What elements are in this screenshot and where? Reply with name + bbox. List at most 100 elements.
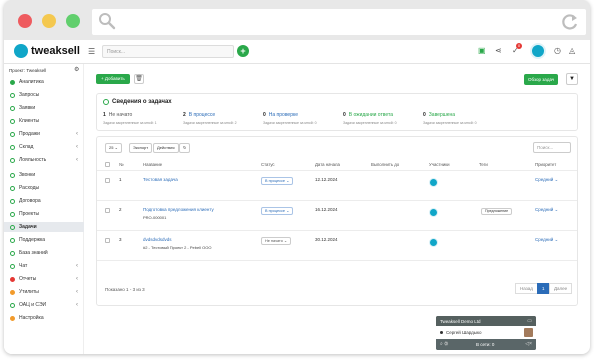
chat-title: Tweaksell Demo Ltd [440, 319, 481, 324]
address-bar[interactable] [92, 9, 586, 35]
sidebar-item[interactable]: Отчеты ‹ [4, 274, 84, 284]
sidebar-item[interactable]: Продажи ‹ [4, 129, 84, 139]
chat-widget[interactable]: Tweaksell Demo Ltd ▭ Сергей Шардыко ⌕ ⚙ … [436, 316, 536, 350]
sidebar-item[interactable]: Клиенты [4, 116, 84, 126]
sidebar-item-label: База знаний [19, 250, 48, 256]
gear-icon[interactable]: ⚙ [74, 66, 79, 73]
task-title-link[interactable]: Тестовая задача [143, 177, 178, 182]
sidebar-item[interactable]: Договора [4, 196, 84, 206]
maximize-window-button[interactable] [66, 14, 80, 28]
sidebar-item[interactable]: Запросы [4, 90, 84, 100]
status-select[interactable]: В процессе ⌄ [261, 177, 294, 185]
page-size-select[interactable]: 25 ⌄ [105, 143, 122, 153]
stat-label[interactable]: В процессе [189, 112, 215, 118]
column-header[interactable]: Участники [429, 162, 450, 167]
next-page-button[interactable]: Далее [549, 283, 573, 294]
column-header[interactable]: Дата начала [315, 162, 340, 167]
sidebar-item[interactable]: Чат ‹ [4, 261, 84, 271]
menu-toggle-icon[interactable]: ☰ [88, 47, 95, 56]
stat-label[interactable]: Завершена [429, 112, 455, 118]
column-header[interactable]: Выполнить до [371, 162, 399, 167]
tag-badge[interactable]: Предложение [481, 208, 513, 215]
priority-select[interactable]: Средний ⌄ [535, 237, 558, 243]
sidebar-item[interactable]: Настройка [4, 313, 84, 323]
row-checkbox[interactable] [105, 208, 110, 213]
sidebar-item[interactable]: Расходы [4, 183, 84, 193]
share-icon[interactable]: ⋖ [495, 46, 502, 56]
app: tweaksell ☰ Поиск... + ▣ ⋖ ✓ 0 ◷ ◬ Проек… [4, 40, 590, 354]
sidebar-item-label: Клиенты [19, 118, 40, 124]
column-header[interactable]: Приоритет [535, 162, 556, 167]
stat-label[interactable]: Не начато [109, 112, 133, 118]
start-date: 16.12.2024 [315, 207, 338, 212]
sidebar-item-label: Договора [19, 198, 41, 204]
sidebar-item[interactable]: ОАЦ и СЭИ ‹ [4, 300, 84, 310]
participant-avatar[interactable] [429, 238, 438, 247]
tasks-table-card: 25 ⌄ Экспорт Действия ↻ Поиск... № Назван… [96, 136, 578, 306]
sidebar-item[interactable]: База знаний [4, 248, 84, 258]
page-button-current[interactable]: 1 [537, 283, 550, 294]
timer-icon[interactable]: ▣ [478, 46, 486, 56]
sidebar-item[interactable]: Склад ‹ [4, 142, 84, 152]
prev-page-button[interactable]: Назад [515, 283, 538, 294]
chevron-left-icon: ‹ [76, 131, 78, 137]
task-title-link[interactable]: dvdsdvdsdvds [143, 237, 172, 242]
add-task-button[interactable]: + Добавить [96, 74, 130, 84]
sidebar-item[interactable]: Утилиты ‹ [4, 287, 84, 297]
sidebar-item[interactable]: Поддержка [4, 235, 84, 245]
column-header[interactable]: Название [143, 162, 162, 167]
status-select[interactable]: В процессе ⌄ [261, 207, 294, 215]
actions-button[interactable]: Действия [153, 143, 179, 153]
summary-stat: 2В процессе Задачи закрепленные за мной: … [183, 112, 261, 125]
search-input[interactable]: Поиск... [102, 45, 234, 58]
sidebar-item[interactable]: Задачи [4, 222, 84, 232]
refresh-icon[interactable]: ↻ [179, 143, 191, 153]
sidebar-item-label: Склад [19, 144, 34, 150]
sidebar-item[interactable]: Лояльность ‹ [4, 155, 84, 165]
select-all-checkbox[interactable] [105, 162, 110, 167]
reload-icon[interactable] [560, 12, 580, 32]
sidebar-item-label: Настройка [19, 315, 44, 321]
summary-title: Сведения о задачах [103, 99, 172, 105]
stat-label[interactable]: На проверке [269, 112, 298, 118]
quick-add-button[interactable]: + [237, 45, 249, 57]
task-title-link[interactable]: Подготовка предложения клиенту [143, 207, 214, 212]
sidebar-item[interactable]: Звонки [4, 170, 84, 180]
status-value: Не начато [265, 239, 283, 243]
table-search-input[interactable]: Поиск... [533, 142, 571, 153]
column-header[interactable]: Теги [479, 162, 488, 167]
logo[interactable]: tweaksell [14, 44, 80, 58]
chat-header[interactable]: Tweaksell Demo Ltd ▭ [436, 316, 536, 326]
status-select[interactable]: Не начато ⌄ [261, 237, 292, 245]
priority-value: Средний [535, 177, 554, 182]
summary-stat: 0В ожидании ответа Задачи закрепленные за… [343, 112, 421, 125]
clock-icon[interactable]: ◷ [554, 46, 561, 56]
sidebar-item-label: Расходы [19, 185, 40, 191]
chat-settings-icon[interactable]: ⌕ ⚙ [440, 341, 448, 347]
user-avatar[interactable] [530, 43, 546, 59]
row-checkbox[interactable] [105, 238, 110, 243]
bell-icon[interactable]: ◬ [569, 46, 575, 56]
column-header[interactable]: Статус [261, 162, 275, 167]
participant-avatar[interactable] [429, 208, 438, 217]
chat-mute-icon[interactable]: ◁× [525, 341, 532, 347]
sidebar-item[interactable]: Заявки [4, 103, 84, 113]
trash-icon[interactable]: 🗑 [134, 74, 144, 84]
row-checkbox[interactable] [105, 178, 110, 183]
sidebar-item[interactable]: Проекты [4, 209, 84, 219]
sidebar-item[interactable]: Аналитика [4, 77, 84, 87]
priority-select[interactable]: Средний ⌄ [535, 177, 558, 183]
export-button[interactable]: Экспорт [129, 143, 153, 153]
stat-label[interactable]: В ожидании ответа [349, 112, 393, 118]
column-header[interactable]: № [119, 162, 124, 167]
chevron-left-icon: ‹ [76, 276, 78, 282]
task-overview-button[interactable]: Обзор задач [524, 74, 559, 85]
filter-icon[interactable]: ▼ [566, 73, 578, 85]
minimize-window-button[interactable] [42, 14, 56, 28]
chat-user-row[interactable]: Сергей Шардыко [436, 326, 536, 339]
close-window-button[interactable] [18, 14, 32, 28]
participant-avatar[interactable] [429, 178, 438, 187]
nav-icon [10, 198, 15, 204]
priority-select[interactable]: Средний ⌄ [535, 207, 558, 213]
task-subtitle: #2 - Тестовый Проект 2 - Pebell ООО [143, 245, 212, 250]
